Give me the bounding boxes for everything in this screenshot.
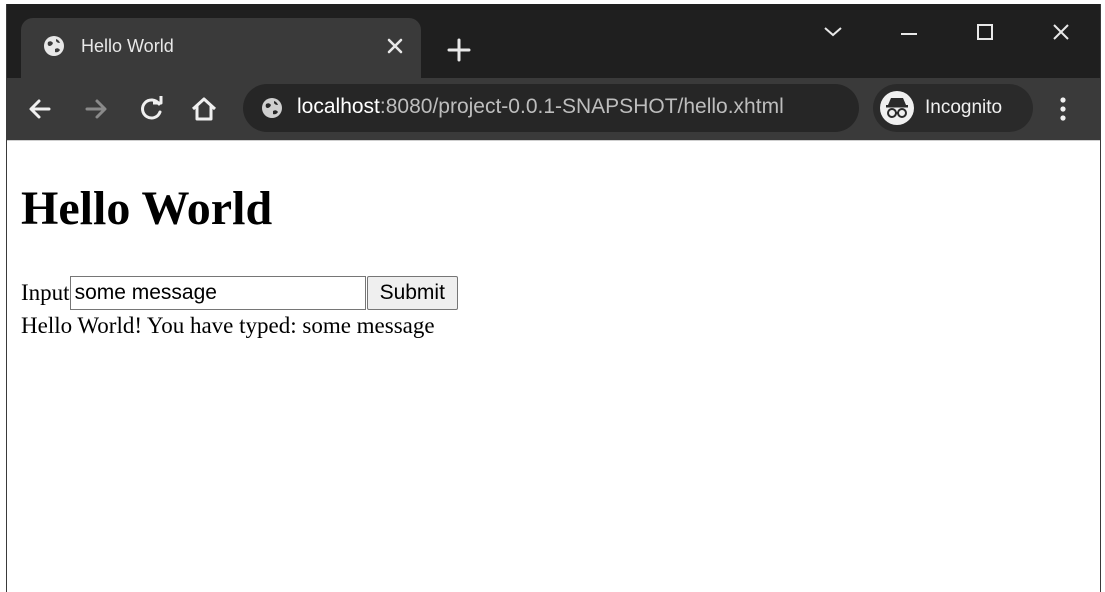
message-form: Input Submit <box>21 276 458 310</box>
message-input[interactable] <box>69 276 366 310</box>
page-content: Hello World Input Submit Hello World! You… <box>7 140 1100 592</box>
reload-icon[interactable] <box>135 92 169 126</box>
submit-button[interactable]: Submit <box>366 276 458 310</box>
back-arrow-icon[interactable] <box>23 92 57 126</box>
more-menu-icon[interactable] <box>1051 90 1075 128</box>
result-message: Hello World! You have typed: some messag… <box>21 313 435 338</box>
close-tab-icon[interactable] <box>383 34 407 58</box>
globe-icon <box>44 36 64 56</box>
new-tab-icon[interactable] <box>443 34 475 66</box>
browser-window: Hello World localhost:8080/project-0.0.1… <box>6 4 1101 592</box>
url-path: :8080/project-0.0.1-SNAPSHOT/hello.xhtml <box>379 95 784 118</box>
browser-toolbar: localhost:8080/project-0.0.1-SNAPSHOT/he… <box>7 78 1100 140</box>
url-text[interactable]: localhost:8080/project-0.0.1-SNAPSHOT/he… <box>297 95 784 119</box>
tab-title: Hello World <box>81 36 174 56</box>
page-title: Hello World <box>21 182 273 235</box>
incognito-icon <box>880 91 914 125</box>
minimize-icon[interactable] <box>889 18 929 48</box>
title-bar: Hello World <box>7 4 1100 78</box>
url-host: localhost <box>297 95 380 118</box>
incognito-profile-button[interactable]: Incognito <box>873 84 1033 132</box>
address-bar[interactable]: localhost:8080/project-0.0.1-SNAPSHOT/he… <box>243 84 859 132</box>
close-window-icon[interactable] <box>1041 18 1081 48</box>
tab-search-chevron-icon[interactable] <box>813 18 853 48</box>
incognito-label: Incognito <box>925 97 1003 118</box>
input-label: Input <box>21 280 70 305</box>
tab-hello-world[interactable]: Hello World <box>21 18 421 78</box>
forward-arrow-icon[interactable] <box>79 92 113 126</box>
home-icon[interactable] <box>187 92 221 126</box>
maximize-icon[interactable] <box>965 18 1005 48</box>
site-info-globe-icon[interactable] <box>261 97 283 119</box>
